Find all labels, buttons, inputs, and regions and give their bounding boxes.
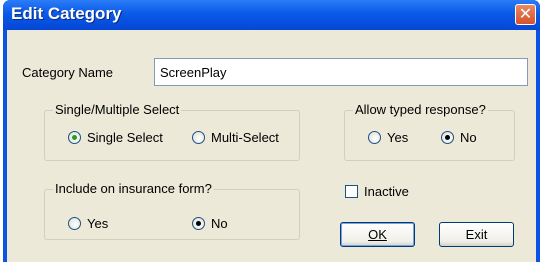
- typed-response-legend: Allow typed response?: [353, 102, 488, 117]
- multi-select-label: Multi-Select: [211, 130, 279, 145]
- typed-no-option[interactable]: No: [441, 130, 477, 145]
- insurance-form-group: Include on insurance form? Yes No: [44, 181, 300, 240]
- insurance-no-label: No: [211, 216, 228, 231]
- inactive-checkbox[interactable]: Inactive: [345, 184, 409, 199]
- select-mode-legend: Single/Multiple Select: [53, 102, 182, 117]
- category-name-label: Category Name: [22, 65, 114, 80]
- typed-response-group: Allow typed response? Yes No: [344, 102, 515, 161]
- exit-button-label: Exit: [465, 227, 488, 242]
- radio-icon: [368, 131, 381, 144]
- insurance-yes-option[interactable]: Yes: [68, 216, 108, 231]
- multi-select-option[interactable]: Multi-Select: [192, 130, 279, 145]
- dialog-body: Category Name ScreenPlay Single/Multiple…: [7, 30, 536, 262]
- radio-icon: [68, 131, 81, 144]
- exit-button[interactable]: Exit: [439, 222, 514, 247]
- radio-icon: [68, 217, 81, 230]
- select-mode-group: Single/Multiple Select Single Select Mul…: [44, 102, 300, 161]
- checkbox-icon: [345, 185, 358, 198]
- ok-button[interactable]: OK: [340, 222, 415, 247]
- typed-yes-label: Yes: [387, 130, 409, 145]
- radio-icon: [192, 131, 205, 144]
- title-bar[interactable]: Edit Category ✕: [3, 0, 540, 30]
- category-name-input[interactable]: ScreenPlay: [154, 58, 528, 86]
- close-button[interactable]: ✕: [515, 4, 536, 25]
- single-select-option[interactable]: Single Select: [68, 130, 163, 145]
- inactive-label: Inactive: [364, 184, 409, 199]
- close-icon: ✕: [518, 4, 533, 23]
- insurance-yes-label: Yes: [87, 216, 109, 231]
- window-title: Edit Category: [11, 4, 122, 23]
- radio-icon: [441, 131, 454, 144]
- typed-no-label: No: [460, 130, 477, 145]
- dialog-window: Edit Category ✕ Category Name ScreenPlay…: [3, 0, 540, 262]
- insurance-form-legend: Include on insurance form?: [53, 181, 214, 196]
- ok-button-label: OK: [368, 227, 387, 242]
- insurance-no-option[interactable]: No: [192, 216, 228, 231]
- radio-icon: [192, 217, 205, 230]
- single-select-label: Single Select: [87, 130, 163, 145]
- typed-yes-option[interactable]: Yes: [368, 130, 408, 145]
